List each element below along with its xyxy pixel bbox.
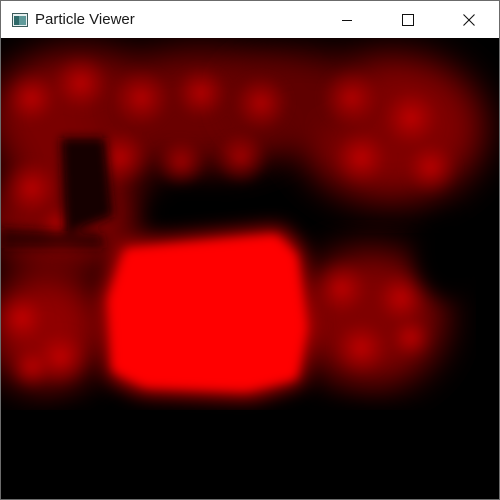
close-icon (462, 13, 475, 26)
maximize-icon (401, 13, 414, 26)
particle-core-bright (101, 228, 313, 398)
particle-render-surface (1, 38, 499, 499)
application-window-icon (12, 12, 28, 27)
particle-viewport[interactable] (1, 38, 499, 499)
minimize-button[interactable] (316, 1, 377, 38)
close-button[interactable] (438, 1, 499, 38)
minimize-icon (341, 19, 352, 21)
window-controls (316, 1, 499, 38)
window-title: Particle Viewer (35, 11, 135, 28)
title-bar[interactable]: Particle Viewer (1, 1, 499, 38)
application-window: Particle Viewer (0, 0, 500, 500)
maximize-button[interactable] (377, 1, 438, 38)
